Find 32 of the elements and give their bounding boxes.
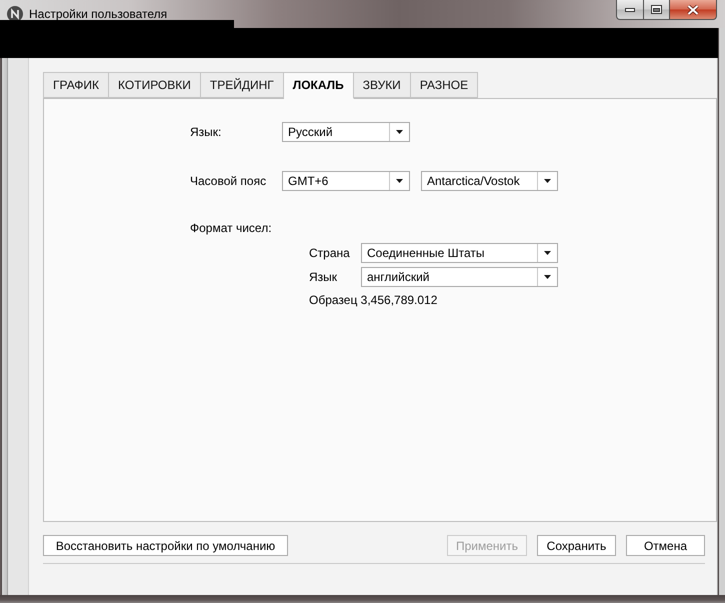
tab[interactable]: КОТИРОВКИ (109, 72, 201, 98)
language-dropdown[interactable]: Русский (282, 122, 410, 142)
reset-defaults-button[interactable]: Восстановить настройки по умолчанию (43, 535, 288, 556)
window-title: Настройки пользователя (29, 7, 168, 21)
time-zone-label: Часовой пояс (190, 174, 268, 188)
cancel-button[interactable]: Отмена (626, 535, 705, 556)
minimize-icon (625, 8, 635, 12)
country-label: Страна (309, 246, 351, 260)
number-format-heading: Формат чисел: (190, 221, 272, 235)
maximize-icon (651, 5, 662, 14)
caret-icon (544, 179, 551, 183)
time-zone-offset-dropdown[interactable]: GMT+6 (282, 171, 410, 191)
caret-icon (544, 275, 551, 279)
time-zone-dropdown[interactable]: Antarctica/Vostok (421, 171, 558, 191)
save-button[interactable]: Сохранить (537, 535, 616, 556)
close-icon (687, 4, 699, 14)
tab[interactable]: ЗВУКИ (354, 72, 411, 98)
caret-icon (544, 251, 551, 255)
minimize-button[interactable] (616, 0, 643, 20)
number-sample-text: Образец 3,456,789.012 (309, 293, 438, 307)
country-dropdown[interactable]: Соединенные Штаты (361, 243, 558, 263)
close-button[interactable] (670, 0, 717, 20)
tab[interactable]: ЛОКАЛЬ (284, 72, 354, 99)
tab[interactable]: РАЗНОЕ (410, 72, 478, 98)
caret-icon (396, 179, 403, 183)
format-language-label: Язык (309, 270, 338, 284)
maximize-button[interactable] (643, 0, 670, 20)
tab[interactable]: ТРЕЙДИНГ (200, 72, 284, 98)
language-label: Язык: (190, 125, 222, 139)
format-language-dropdown[interactable]: английский (361, 267, 558, 287)
caret-icon (396, 130, 403, 134)
tab[interactable]: ГРАФИК (43, 72, 110, 98)
